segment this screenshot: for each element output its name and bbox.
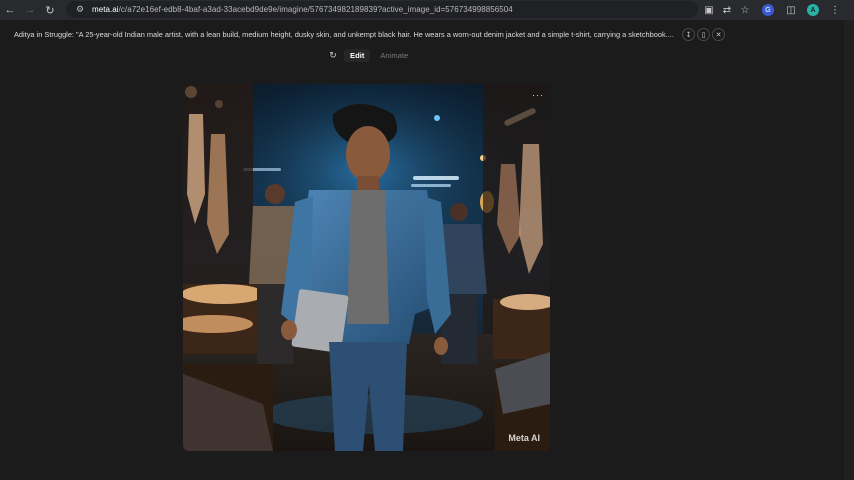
forward-icon[interactable]: → xyxy=(20,0,40,20)
extensions-puzzle-icon[interactable]: ◫ xyxy=(782,0,800,20)
image-more-button[interactable]: ··· xyxy=(532,90,544,100)
reload-icon[interactable]: ↻ xyxy=(40,0,60,20)
regenerate-icon[interactable]: ↻ xyxy=(326,48,340,62)
url-text[interactable]: meta.ai/c/a72e16ef-edb8-4baf-a3ad-33aceb… xyxy=(92,5,513,14)
prompt-bar: Aditya in Struggle: "A 25-year-old India… xyxy=(0,26,854,44)
image-illustration xyxy=(183,84,550,451)
close-icon[interactable]: ✕ xyxy=(712,28,725,41)
address-bar[interactable]: ⚙ meta.ai/c/a72e16ef-edb8-4baf-a3ad-33ac… xyxy=(66,1,698,18)
image-toolbar: ↻ Edit Animate xyxy=(326,47,414,63)
meta-ai-watermark: Meta AI xyxy=(508,433,540,443)
avatar: A xyxy=(807,4,819,16)
profile-avatar-wrap[interactable]: A xyxy=(800,0,826,20)
translate-icon[interactable]: ⇄ xyxy=(718,0,736,20)
page-scrollbar[interactable] xyxy=(844,20,854,480)
save-bookmark-icon[interactable]: ▯ xyxy=(697,28,710,41)
url-path: /c/a72e16ef-edb8-4baf-a3ad-33acebd9de9e/… xyxy=(118,5,513,14)
url-host: meta.ai xyxy=(92,5,119,14)
download-icon[interactable]: ↧ xyxy=(682,28,695,41)
browser-menu-icon[interactable]: ⋮ xyxy=(826,0,844,20)
animate-button[interactable]: Animate xyxy=(374,49,414,62)
bookmark-star-icon[interactable]: ☆ xyxy=(736,0,754,20)
install-app-icon[interactable]: ▣ xyxy=(700,0,718,20)
generated-image[interactable]: ··· Meta AI xyxy=(183,84,550,451)
back-icon[interactable]: ← xyxy=(0,0,20,20)
browser-toolbar: ← → ↻ ⚙ meta.ai/c/a72e16ef-edb8-4baf-a3a… xyxy=(0,0,854,20)
extension-badge-icon: G xyxy=(762,4,774,16)
extension-icon-wrap[interactable]: G xyxy=(754,0,782,20)
site-settings-icon[interactable]: ⚙ xyxy=(74,4,86,16)
edit-button[interactable]: Edit xyxy=(344,48,371,62)
prompt-text: Aditya in Struggle: "A 25-year-old India… xyxy=(14,30,674,39)
